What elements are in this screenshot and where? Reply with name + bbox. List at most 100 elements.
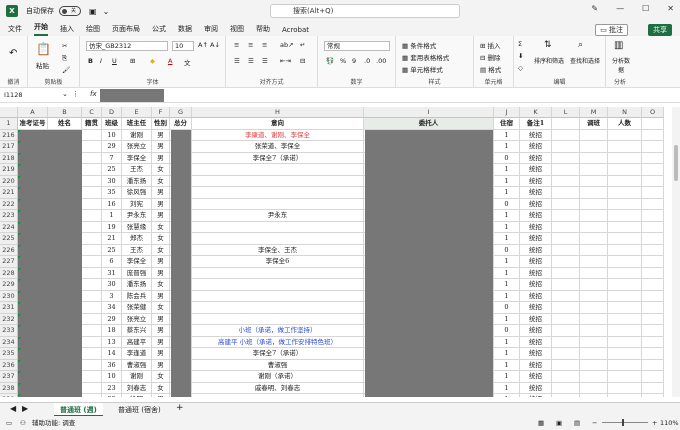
column-header-g[interactable]: G bbox=[170, 107, 192, 118]
cell-e[interactable]: 刘宪 bbox=[122, 198, 152, 210]
cell-d[interactable]: 32 bbox=[102, 394, 122, 397]
cell-k[interactable]: 统招 bbox=[520, 371, 552, 383]
row-header[interactable]: 216 bbox=[0, 129, 18, 141]
menu-item-10[interactable]: Acrobat bbox=[282, 26, 309, 36]
undo-icon[interactable]: ↶ bbox=[9, 48, 17, 59]
cell-l[interactable] bbox=[552, 129, 580, 141]
row-header[interactable]: 235 bbox=[0, 348, 18, 360]
cell-j[interactable]: 1 bbox=[494, 313, 520, 325]
formula-input[interactable] bbox=[100, 89, 164, 102]
more-icon[interactable]: ⌄ bbox=[103, 7, 110, 16]
cell-j[interactable]: 1 bbox=[494, 221, 520, 233]
row-header[interactable]: 223 bbox=[0, 210, 18, 222]
cell-l[interactable] bbox=[552, 394, 580, 397]
cell-l[interactable] bbox=[552, 290, 580, 302]
prev-sheet-icon[interactable]: ◀ bbox=[10, 404, 16, 413]
cell-h[interactable]: 高建平 小班（承诺，做工作安排特色班） bbox=[192, 336, 364, 348]
cell-o[interactable] bbox=[642, 244, 664, 256]
cell-f[interactable]: 女 bbox=[152, 233, 170, 245]
cell-n[interactable] bbox=[608, 336, 642, 348]
share-button[interactable]: 共享 bbox=[648, 24, 672, 36]
bold-button[interactable]: B bbox=[88, 57, 93, 65]
cell-j[interactable]: 1 bbox=[494, 394, 520, 397]
row-header[interactable]: 229 bbox=[0, 279, 18, 291]
cell-h[interactable]: 谢刚（承诺） bbox=[192, 371, 364, 383]
menu-item-3[interactable]: 绘图 bbox=[86, 24, 100, 36]
cell-k[interactable]: 统招 bbox=[520, 325, 552, 337]
find-select-icon[interactable]: ⌕ bbox=[578, 40, 583, 50]
cell-c[interactable] bbox=[82, 256, 102, 268]
cell-n[interactable] bbox=[608, 348, 642, 360]
cell-style-button[interactable]: ▦ 单元格样式 bbox=[402, 64, 443, 74]
cell-h[interactable] bbox=[192, 279, 364, 291]
cell-n[interactable] bbox=[608, 302, 642, 314]
cell-m[interactable] bbox=[580, 233, 608, 245]
row-header[interactable]: 221 bbox=[0, 187, 18, 199]
cell-j[interactable]: 1 bbox=[494, 210, 520, 222]
cell-m[interactable] bbox=[580, 325, 608, 337]
cell-n[interactable] bbox=[608, 313, 642, 325]
row-header[interactable]: 225 bbox=[0, 233, 18, 245]
border-icon[interactable]: ⊞ bbox=[130, 57, 135, 65]
cell-c[interactable] bbox=[82, 233, 102, 245]
zoom-slider[interactable] bbox=[602, 422, 648, 423]
cell-l[interactable] bbox=[552, 382, 580, 394]
cell-f[interactable]: 女 bbox=[152, 164, 170, 176]
cell-k[interactable]: 统招 bbox=[520, 233, 552, 245]
cell-m[interactable] bbox=[580, 371, 608, 383]
cell-m[interactable] bbox=[580, 348, 608, 360]
cell-k[interactable]: 统招 bbox=[520, 302, 552, 314]
paste-button[interactable]: 粘贴 bbox=[36, 60, 49, 70]
cell-o[interactable] bbox=[642, 164, 664, 176]
align-center-icon[interactable]: ☰ bbox=[248, 57, 254, 65]
sheet-tab-1[interactable]: 普通班 (宿舍) bbox=[112, 403, 167, 417]
cell-e[interactable]: 潘东扬 bbox=[122, 175, 152, 187]
cell-h[interactable] bbox=[192, 221, 364, 233]
minimize-icon[interactable]: — bbox=[616, 4, 624, 13]
close-icon[interactable]: ✕ bbox=[667, 4, 674, 13]
cell-n[interactable] bbox=[608, 164, 642, 176]
cell-f[interactable]: 女 bbox=[152, 175, 170, 187]
cell-m[interactable] bbox=[580, 336, 608, 348]
cell-c[interactable] bbox=[82, 302, 102, 314]
row-header[interactable]: 224 bbox=[0, 221, 18, 233]
row-header[interactable]: 1 bbox=[0, 118, 18, 130]
cell-h[interactable] bbox=[192, 233, 364, 245]
cell-j[interactable]: 0 bbox=[494, 244, 520, 256]
cell-m[interactable] bbox=[580, 313, 608, 325]
cell-f[interactable]: 男 bbox=[152, 325, 170, 337]
header-cell-f[interactable]: 性别 bbox=[152, 118, 170, 130]
cell-d[interactable]: 29 bbox=[102, 313, 122, 325]
comment-button[interactable]: ▭ 批注 bbox=[595, 24, 628, 36]
cell-j[interactable]: 1 bbox=[494, 336, 520, 348]
header-cell-e[interactable]: 班主任 bbox=[122, 118, 152, 130]
cell-n[interactable] bbox=[608, 198, 642, 210]
cell-m[interactable] bbox=[580, 187, 608, 199]
header-cell-j[interactable]: 住宿 bbox=[494, 118, 520, 130]
cell-f[interactable]: 女 bbox=[152, 371, 170, 383]
fx-icon[interactable]: fx bbox=[90, 90, 97, 98]
cell-h[interactable]: 张荣道、李保全 bbox=[192, 141, 364, 153]
align-middle-icon[interactable]: ≡ bbox=[248, 41, 253, 49]
phonetic-icon[interactable]: 文 bbox=[184, 57, 191, 67]
fill-icon[interactable]: ⬇ bbox=[518, 52, 523, 60]
merge-icon[interactable]: ⊟ bbox=[300, 57, 305, 65]
page-layout-icon[interactable]: ▣ bbox=[556, 416, 562, 430]
cell-o[interactable] bbox=[642, 187, 664, 199]
column-header-n[interactable]: N bbox=[608, 107, 642, 118]
cell-n[interactable] bbox=[608, 256, 642, 268]
page-break-icon[interactable]: ▤ bbox=[574, 416, 580, 430]
insert-cells-button[interactable]: ⊞ 插入 bbox=[480, 40, 501, 50]
cell-k[interactable]: 统招 bbox=[520, 141, 552, 153]
cell-m[interactable] bbox=[580, 164, 608, 176]
cell-l[interactable] bbox=[552, 152, 580, 164]
cell-d[interactable]: 29 bbox=[102, 141, 122, 153]
cell-d[interactable]: 25 bbox=[102, 244, 122, 256]
cell-k[interactable]: 统招 bbox=[520, 359, 552, 371]
paste-icon[interactable]: 📋 bbox=[36, 42, 51, 56]
copy-icon[interactable]: ⎘ bbox=[62, 54, 67, 63]
row-header[interactable]: 231 bbox=[0, 302, 18, 314]
cell-o[interactable] bbox=[642, 302, 664, 314]
cell-h[interactable]: 李保全7（承诺） bbox=[192, 152, 364, 164]
font-name-select[interactable]: 仿宋_GB2312 bbox=[86, 41, 168, 51]
